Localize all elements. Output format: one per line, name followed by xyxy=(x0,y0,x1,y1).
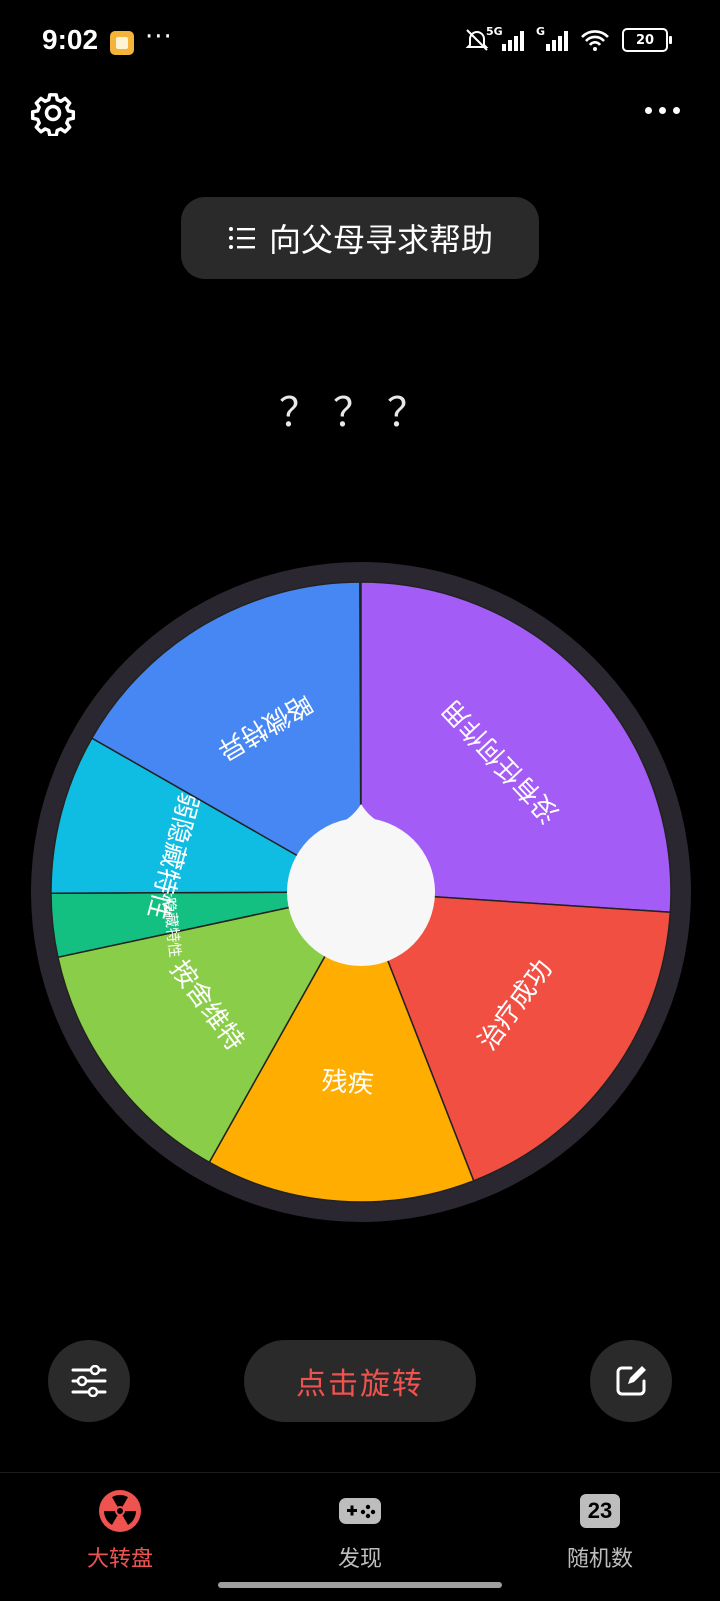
notification-more-icon: ··· xyxy=(145,22,173,52)
more-horizontal-icon xyxy=(644,106,652,114)
gear-icon xyxy=(30,93,76,138)
tab-wheel-label: 大转盘 xyxy=(86,1547,153,1572)
wheel-title: 向父母寻求帮助 xyxy=(268,221,493,259)
signal-g-icon: G xyxy=(536,25,568,51)
tab-random-number-label: 随机数 xyxy=(566,1547,633,1572)
home-indicator xyxy=(218,1582,502,1588)
battery-indicator: 20 xyxy=(622,28,672,52)
wheel-hub[interactable] xyxy=(287,818,435,966)
edit-wheel-button[interactable] xyxy=(590,1340,672,1422)
settings-button[interactable] xyxy=(30,90,76,138)
signal-5g-icon: 5G xyxy=(486,25,524,51)
radiation-icon xyxy=(99,1490,141,1532)
list-icon xyxy=(228,227,255,249)
wifi-icon xyxy=(581,30,609,51)
status-time: 9:02 xyxy=(42,24,99,55)
tab-discover[interactable]: 发现 xyxy=(280,1487,440,1573)
tab-discover-label: 发现 xyxy=(337,1547,382,1572)
gamepad-icon xyxy=(339,1498,381,1524)
tab-random-number[interactable]: 23 随机数 xyxy=(520,1487,680,1573)
edit-icon xyxy=(616,1366,646,1396)
status-icons: 5G G 20 xyxy=(464,25,672,52)
status-bar: 9:02 ··· 5G G 20 xyxy=(0,0,720,84)
tab-wheel[interactable]: 大转盘 xyxy=(40,1487,200,1573)
wheel-segment-label: 残疾 xyxy=(321,1066,375,1100)
bottom-controls: 点击旋转 xyxy=(0,1340,720,1424)
wheel-title-button[interactable]: 向父母寻求帮助 xyxy=(181,197,539,279)
number-icon: 23 xyxy=(580,1494,620,1528)
more-options-button[interactable] xyxy=(634,90,690,130)
notes-app-icon xyxy=(110,31,134,55)
wheel-settings-button[interactable] xyxy=(48,1340,130,1422)
spin-result: ？？？ xyxy=(279,390,441,436)
sliders-icon xyxy=(71,1365,107,1397)
spin-wheel[interactable]: 没有任何作用 治疗成功 残疾 按舍维特 强大隐藏特性 较弱隐藏特性 略微特异 xyxy=(31,562,691,1222)
wheel-segments[interactable]: 没有任何作用治疗成功残疾按舍维特强大隐藏特性较弱隐藏特性略微特异 xyxy=(31,562,691,1222)
spin-button[interactable]: 点击旋转 xyxy=(244,1340,476,1422)
